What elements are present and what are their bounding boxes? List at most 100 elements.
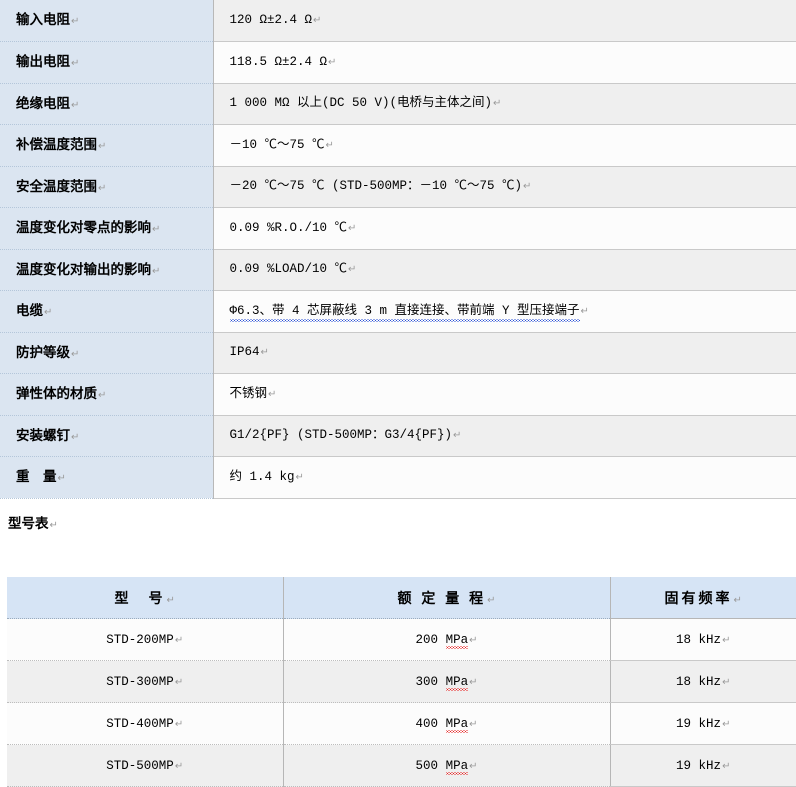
natural-frequency-text: 19 kHz [676,758,722,773]
spec-label-text: 输出电阻 [16,54,70,70]
spec-value-text: －10 ℃～75 ℃ [229,137,325,152]
spec-value-cell: －20 ℃～75 ℃ (STD-500MP：－10 ℃～75 ℃)↵ [213,166,796,208]
pilcrow-mark: ↵ [313,15,322,27]
spec-label-text: 弹性体的材质 [16,386,97,402]
specification-table: 输入电阻↵ 120 Ω±2.4 Ω↵ 输出电阻↵ 118.5 Ω±2.4 Ω↵ … [0,0,796,499]
pilcrow-mark: ↵ [523,181,532,193]
spec-label-text: 重 量 [16,469,57,485]
spec-label-cell: 补偿温度范围↵ [0,124,214,167]
pilcrow-mark: ↵ [469,760,478,772]
pilcrow-mark: ↵ [722,676,731,688]
spec-value-cell: 约 1.4 kg↵ [213,456,796,499]
table-row: STD-300MP↵ 300 MPa↵ 18 kHz↵ [7,660,796,703]
spec-label-text: 防护等级 [16,344,70,360]
spec-label-text: 温度变化对零点的影响 [16,220,151,236]
spec-value-text: 0.09 %R.O./10 ℃ [229,220,348,235]
spec-label-cell: 电缆↵ [0,290,214,333]
model-cell: STD-200MP↵ [7,618,283,661]
model-table-body: STD-200MP↵ 200 MPa↵ 18 kHz↵ STD-300MP↵ 3… [7,618,796,787]
spec-value-text: 118.5 Ω±2.4 Ω [229,54,328,69]
table-row: 安全温度范围↵ －20 ℃～75 ℃ (STD-500MP：－10 ℃～75 ℃… [0,166,796,208]
spec-value-cell: 118.5 Ω±2.4 Ω↵ [213,41,796,84]
spec-label-cell: 输入电阻↵ [0,0,214,42]
spec-value-text: 1 000 MΩ 以上(DC 50 V)(电桥与主体之间) [229,96,493,111]
model-text: STD-500MP [106,758,174,773]
pilcrow-mark: ↵ [71,58,80,70]
pilcrow-mark: ↵ [98,141,107,153]
pilcrow-mark: ↵ [174,760,184,772]
spec-value-cell: 1 000 MΩ 以上(DC 50 V)(电桥与主体之间)↵ [213,83,796,125]
table-row: 重 量↵ 约 1.4 kg↵ [0,456,796,499]
rated-range-unit: MPa [445,674,469,691]
spec-value-text: G1/2{PF} (STD-500MP：G3/4{PF}) [229,428,453,443]
model-cell: STD-300MP↵ [7,660,283,703]
natural-frequency-cell: 19 kHz↵ [609,702,796,745]
table-row: 绝缘电阻↵ 1 000 MΩ 以上(DC 50 V)(电桥与主体之间)↵ [0,83,796,125]
pilcrow-mark: ↵ [71,431,80,443]
model-cell: STD-500MP↵ [7,744,283,787]
spec-label-cell: 输出电阻↵ [0,41,214,84]
natural-frequency-cell: 18 kHz↵ [609,618,796,661]
section-caption-text: 型号表 [8,516,49,531]
natural-frequency-text: 18 kHz [676,632,722,647]
spec-value-cell: IP64↵ [213,332,796,374]
pilcrow-mark: ↵ [174,634,184,646]
spec-value-cell: G1/2{PF} (STD-500MP：G3/4{PF})↵ [213,415,796,457]
table-row: 温度变化对输出的影响↵ 0.09 %LOAD/10 ℃↵ [0,249,796,291]
spec-value-text: IP64 [229,345,260,360]
spec-label-cell: 防护等级↵ [0,332,214,374]
pilcrow-mark: ↵ [71,99,80,111]
specification-table-body: 输入电阻↵ 120 Ω±2.4 Ω↵ 输出电阻↵ 118.5 Ω±2.4 Ω↵ … [0,0,796,499]
natural-frequency-cell: 18 kHz↵ [609,660,796,703]
pilcrow-mark: ↵ [260,347,269,359]
spec-label-cell: 重 量↵ [0,456,214,499]
spec-value-text: 0.09 %LOAD/10 ℃ [229,262,348,277]
pilcrow-mark: ↵ [493,98,502,110]
rated-range-cell: 500 MPa↵ [282,744,610,787]
table-header-row: 型 号↵ 额 定 量 程↵ 固有频率↵ [7,577,796,619]
model-table-head: 型 号↵ 额 定 量 程↵ 固有频率↵ [7,577,796,619]
model-text: STD-400MP [106,716,174,731]
spec-value-cell: 不锈钢↵ [213,373,796,416]
pilcrow-mark: ↵ [166,594,175,606]
model-table: 型 号↵ 额 定 量 程↵ 固有频率↵ STD-200MP↵ 200 MPa↵ … [7,577,796,787]
table-row: STD-500MP↵ 500 MPa↵ 19 kHz↵ [7,744,796,787]
column-header-natural-frequency: 固有频率↵ [609,577,796,619]
pilcrow-mark: ↵ [453,430,462,442]
rated-range-unit: MPa [445,716,469,733]
spec-label-text: 绝缘电阻 [16,95,70,111]
pilcrow-mark: ↵ [469,634,478,646]
spec-label-cell: 温度变化对零点的影响↵ [0,207,214,250]
pilcrow-mark: ↵ [580,305,589,317]
spec-value-cell: 120 Ω±2.4 Ω↵ [213,0,796,42]
pilcrow-mark: ↵ [152,265,161,277]
natural-frequency-cell: 19 kHz↵ [609,744,796,787]
pilcrow-mark: ↵ [98,182,107,194]
model-table-container: 型 号↵ 额 定 量 程↵ 固有频率↵ STD-200MP↵ 200 MPa↵ … [7,577,796,787]
table-row: 电缆↵ Φ6.3、带 4 芯屏蔽线 3 m 直接连接、带前端 Y 型压接端子↵ [0,290,796,333]
spec-label-cell: 安装螺钉↵ [0,415,214,457]
spec-label-cell: 安全温度范围↵ [0,166,214,208]
spec-label-cell: 绝缘电阻↵ [0,83,214,125]
rated-range-value: 200 [415,632,439,647]
pilcrow-mark: ↵ [268,388,277,400]
rated-range-unit: MPa [445,758,469,775]
natural-frequency-text: 18 kHz [676,674,722,689]
rated-range-value: 400 [415,716,439,731]
model-text: STD-200MP [106,632,174,647]
rated-range-cell: 400 MPa↵ [282,702,610,745]
column-header-text: 型 号 [114,589,166,606]
pilcrow-mark: ↵ [348,222,357,234]
table-row: 输出电阻↵ 118.5 Ω±2.4 Ω↵ [0,41,796,84]
spec-label-cell: 弹性体的材质↵ [0,373,214,416]
spec-label-text: 输入电阻 [16,12,70,28]
rated-range-unit: MPa [445,632,469,649]
table-row: STD-200MP↵ 200 MPa↵ 18 kHz↵ [7,618,796,661]
pilcrow-mark: ↵ [174,718,184,730]
spec-value-cell: Φ6.3、带 4 芯屏蔽线 3 m 直接连接、带前端 Y 型压接端子↵ [213,290,796,333]
pilcrow-mark: ↵ [44,307,53,319]
pilcrow-mark: ↵ [98,390,107,402]
pilcrow-mark: ↵ [295,471,304,483]
table-row: 防护等级↵ IP64↵ [0,332,796,374]
spec-value-cell: －10 ℃～75 ℃↵ [213,124,796,167]
